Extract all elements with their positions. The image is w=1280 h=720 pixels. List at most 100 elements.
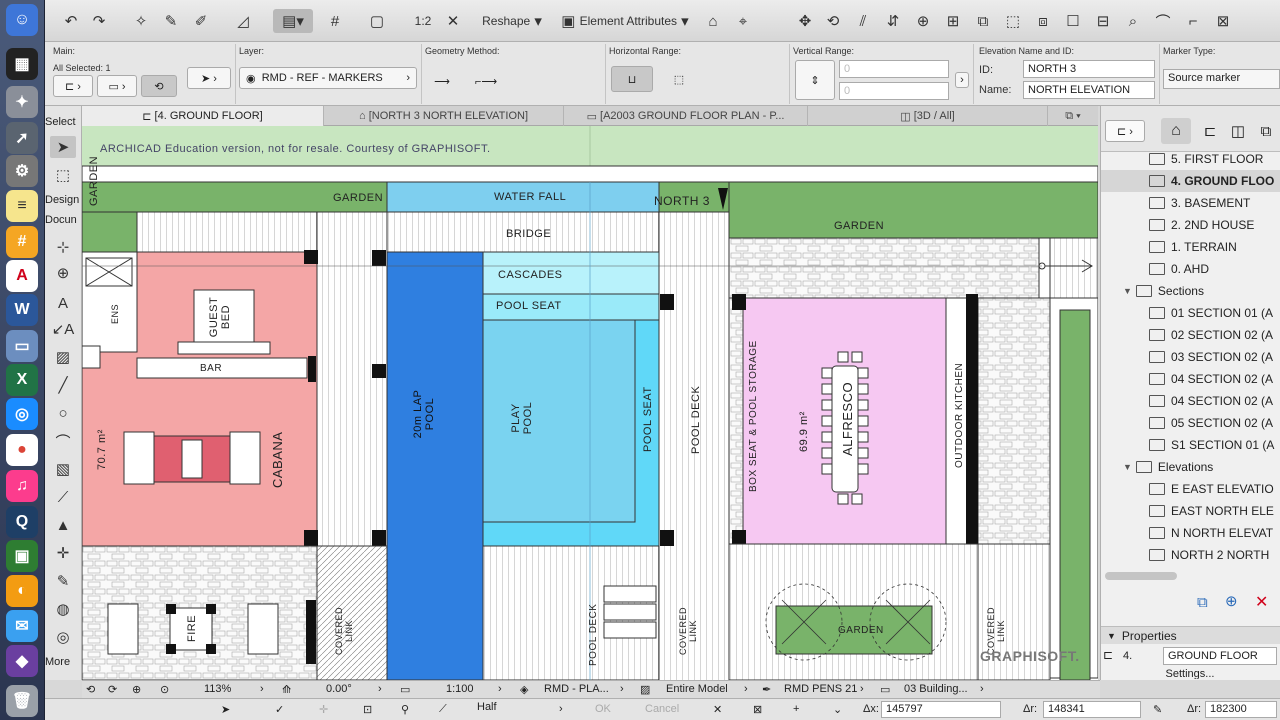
guideline-icon[interactable]: ◿ xyxy=(231,9,255,33)
elevation-name-field[interactable]: NORTH ELEVATION xyxy=(1023,81,1155,99)
zoom-next-icon[interactable]: ⟳ xyxy=(108,683,117,696)
zoom-previous-icon[interactable]: ⟲ xyxy=(86,683,95,696)
split-icon[interactable]: ⧈ xyxy=(1031,9,1055,33)
undo-icon[interactable]: ↶ xyxy=(59,9,83,33)
marquee-tool-icon[interactable]: ⬚ xyxy=(50,164,76,186)
snap-plus-icon[interactable]: + xyxy=(793,703,799,715)
app-orange-icon[interactable]: ◐ xyxy=(6,575,38,607)
pet-palette-magnet-icon[interactable]: ⚲ xyxy=(401,703,409,716)
pet-palette-check-icon[interactable]: ✓ xyxy=(275,703,284,716)
intersect-icon[interactable]: ⊟ xyxy=(1091,9,1115,33)
properties-name-field[interactable]: GROUND FLOOR xyxy=(1163,647,1277,665)
layer-selector[interactable]: ◉ RMD - REF - MARKERS › xyxy=(239,67,417,89)
tree-item-ahd[interactable]: 0. AHD xyxy=(1101,258,1280,280)
settings-button[interactable]: Settings... xyxy=(1103,669,1277,679)
reshape-button[interactable]: ⟲ xyxy=(141,75,177,97)
navigator-options-button[interactable]: ⊏ › xyxy=(1105,120,1145,142)
worksheet-tool-icon[interactable]: ◍ xyxy=(50,598,76,620)
text-tool-icon[interactable]: A xyxy=(50,292,76,314)
snap-arrow-icon[interactable]: ⌄ xyxy=(833,703,842,716)
tree-item-east-north-elevation[interactable]: EAST NORTH ELE xyxy=(1101,500,1280,522)
toolbox-more-label[interactable]: More xyxy=(45,656,70,668)
tree-group-elevations[interactable]: ▼ Elevations xyxy=(1101,456,1280,478)
model-view-value[interactable]: Entire Model xyxy=(666,683,728,695)
snap-grid-icon[interactable]: ⊠ xyxy=(753,703,762,716)
fillet-icon[interactable]: ⌒ xyxy=(1151,9,1175,33)
floor-plan-canvas[interactable]: ARCHICAD Education version, not for resa… xyxy=(82,126,1098,680)
safari-icon[interactable]: ◎ xyxy=(6,398,38,430)
line-tool-icon[interactable]: ╱ xyxy=(50,374,76,396)
broken-geometry-icon[interactable]: ⌐⟶ xyxy=(469,70,503,92)
pencil-icon[interactable]: ✎ xyxy=(1153,703,1162,716)
angle-menu-chevron-icon[interactable]: › xyxy=(378,683,382,695)
itunes-icon[interactable]: ♫ xyxy=(6,470,38,502)
tree-item-section-02[interactable]: 02 SECTION 02 (A xyxy=(1101,324,1280,346)
multiply-icon[interactable]: ⊞ xyxy=(941,9,965,33)
tree-item-section-s1[interactable]: S1 SECTION 01 (A xyxy=(1101,434,1280,456)
half-snap-chevron-icon[interactable]: › xyxy=(559,703,563,715)
tab-ground-floor[interactable]: ⊏ [4. GROUND FLOOR] xyxy=(82,106,324,126)
tree-item-first-floor[interactable]: 5. FIRST FLOOR xyxy=(1101,148,1280,170)
tab-ground-floor-plan-layout[interactable]: ▭ [A2003 GROUND FLOOR PLAN - P... xyxy=(564,106,808,126)
tab-list-menu[interactable]: ⧉ ▾ xyxy=(1048,106,1098,126)
angle-value[interactable]: 0.00° xyxy=(326,683,352,695)
app-purple-icon[interactable]: ◆ xyxy=(6,645,38,677)
scale-menu-chevron-icon[interactable]: › xyxy=(498,683,502,695)
adjust-icon[interactable]: ☐ xyxy=(1061,9,1085,33)
project-map-icon[interactable]: ⌂ xyxy=(1161,118,1191,144)
rotate-icon[interactable]: ⟲ xyxy=(821,9,845,33)
tree-item-2nd-house[interactable]: 2. 2ND HOUSE xyxy=(1101,214,1280,236)
system-preferences-icon[interactable]: ⚙ xyxy=(6,155,38,187)
tree-item-terrain[interactable]: 1. TERRAIN xyxy=(1101,236,1280,258)
view-map-icon[interactable]: ⊏ xyxy=(1197,118,1223,144)
pet-palette-move-icon[interactable]: ✛ xyxy=(319,703,328,716)
tree-item-section-04a[interactable]: 04 SECTION 02 (A xyxy=(1101,368,1280,390)
pick-up-icon[interactable]: ✎ xyxy=(159,9,183,33)
dx-field[interactable]: 145797 xyxy=(881,701,1001,718)
trim-icon[interactable]: ⌐ xyxy=(1181,9,1205,33)
tree-item-section-03[interactable]: 03 SECTION 02 (A xyxy=(1101,346,1280,368)
publisher-sets-icon[interactable]: ⧉ xyxy=(1253,118,1279,144)
vertical-range-bottom-field[interactable]: 0 xyxy=(839,82,949,100)
disclosure-triangle-icon[interactable]: ▼ xyxy=(1123,286,1132,296)
hotspot-tool-icon[interactable]: ▲ xyxy=(50,514,76,536)
elevation-id-field[interactable]: NORTH 3 xyxy=(1023,60,1155,78)
calculator-icon[interactable]: # xyxy=(6,226,38,258)
redo-icon[interactable]: ↷ xyxy=(87,9,111,33)
zoom-value[interactable]: 113% xyxy=(204,683,231,695)
layout-book-icon[interactable]: ◫ xyxy=(1225,118,1251,144)
find-icon[interactable]: ⌕ xyxy=(1121,9,1145,33)
notes-icon[interactable]: ≡ xyxy=(6,190,38,222)
clone-view-icon[interactable]: ⊕ xyxy=(1225,592,1238,610)
acrobat-icon[interactable]: A xyxy=(6,260,38,292)
mission-control-icon[interactable]: ▦ xyxy=(6,48,38,80)
trash-icon[interactable]: 🗑 xyxy=(6,685,38,717)
tree-item-section-04b[interactable]: 04 SECTION 02 (A xyxy=(1101,390,1280,412)
properties-header[interactable]: ▼ Properties xyxy=(1101,626,1280,644)
tree-item-north-2-elevation[interactable]: NORTH 2 NORTH xyxy=(1101,544,1280,566)
mirror-icon[interactable]: ⫽ xyxy=(851,9,875,33)
resize-icon[interactable]: ⬚ xyxy=(1001,9,1025,33)
model-view-chevron-icon[interactable]: › xyxy=(744,683,748,695)
marker-symbol-button[interactable]: ⊏ › xyxy=(53,75,93,97)
archicad-dock-icon[interactable]: ▣ xyxy=(6,540,38,572)
tree-group-sections[interactable]: ▼ Sections xyxy=(1101,280,1280,302)
disclosure-triangle-icon[interactable]: ▼ xyxy=(1123,462,1132,472)
tab-3d-all[interactable]: ◫ [3D / All] xyxy=(808,106,1048,126)
label-north-marker[interactable]: NORTH 3 xyxy=(654,194,710,208)
fit-in-window-icon[interactable]: ⊙ xyxy=(160,683,169,696)
cross-icon[interactable]: ✕ xyxy=(441,9,465,33)
figure-tool-icon[interactable]: ▧ xyxy=(50,458,76,480)
inject-icon[interactable]: ✐ xyxy=(189,9,213,33)
pet-palette-pointer-icon[interactable]: ➤ xyxy=(221,703,230,716)
pointer-button[interactable]: ➤ › xyxy=(187,67,231,89)
messages-icon[interactable]: ✉ xyxy=(6,610,38,642)
marker-type-selector[interactable]: Source marker xyxy=(1163,69,1280,89)
new-view-icon[interactable]: ⧉ xyxy=(1197,594,1208,611)
dimension-tool-icon[interactable]: ⊹ xyxy=(50,236,76,258)
arrow-tool-icon[interactable]: ➤ xyxy=(50,136,76,158)
renovation-filter-value[interactable]: 03 Building... xyxy=(904,683,968,695)
tree-item-basement[interactable]: 3. BASEMENT xyxy=(1101,192,1280,214)
tag-icon[interactable]: ⌖ xyxy=(731,9,755,33)
word-icon[interactable]: W xyxy=(6,294,38,326)
